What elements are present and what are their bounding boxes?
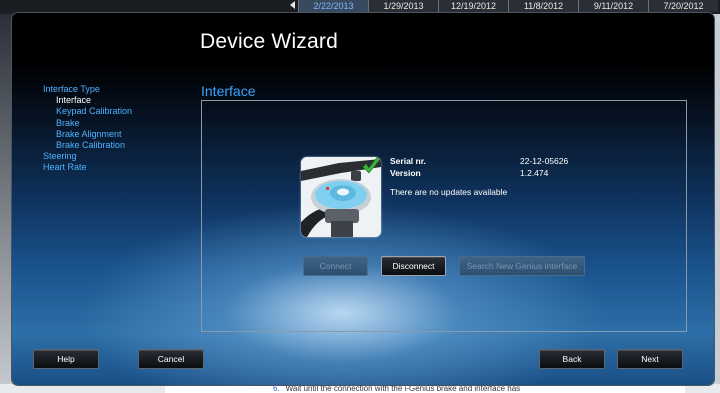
date-tab[interactable]: 7/20/2012	[648, 0, 718, 12]
device-image	[301, 157, 381, 237]
nav-item-brake-calibration[interactable]: Brake Calibration	[43, 140, 132, 151]
version-value: 1.2.474	[520, 168, 549, 178]
date-tab[interactable]: 9/11/2012	[578, 0, 648, 12]
cancel-button[interactable]: Cancel	[138, 349, 204, 369]
scroll-left-arrow-icon[interactable]	[290, 1, 295, 9]
connect-button[interactable]: Connect	[303, 256, 368, 276]
update-status-text: There are no updates available	[390, 187, 508, 197]
dialog-title: Device Wizard	[200, 30, 338, 53]
doc-line: Wait until the connection with the i-Gen…	[285, 384, 521, 393]
nav-item-brake[interactable]: Brake	[43, 118, 132, 129]
back-button[interactable]: Back	[539, 349, 605, 369]
device-wizard-dialog: Device Wizard Interface Type Interface K…	[12, 13, 714, 385]
date-tab[interactable]: 11/8/2012	[508, 0, 578, 12]
doc-bullet: 6.	[273, 384, 280, 393]
next-button[interactable]: Next	[617, 349, 683, 369]
nav-item-interface-type[interactable]: Interface Type	[43, 84, 132, 95]
background-document-text: 6. Wait until the connection with the i-G…	[165, 384, 685, 393]
wizard-step-nav: Interface Type Interface Keypad Calibrat…	[43, 84, 132, 174]
nav-item-keypad-calibration[interactable]: Keypad Calibration	[43, 106, 132, 117]
nav-item-heart-rate[interactable]: Heart Rate	[43, 162, 132, 173]
search-interface-button[interactable]: Search New Genius interface	[459, 256, 585, 276]
serial-value: 22-12-05626	[520, 156, 569, 166]
interface-panel: Serial nr. 22-12-05626 Version 1.2.474 T…	[201, 100, 687, 332]
green-checkmark-icon	[362, 157, 381, 174]
disconnect-button[interactable]: Disconnect	[381, 256, 446, 276]
date-tab[interactable]: 1/29/2013	[368, 0, 438, 12]
version-label: Version	[390, 168, 421, 178]
date-tab[interactable]: 2/22/2013	[298, 0, 368, 12]
section-title: Interface	[201, 83, 256, 99]
nav-item-interface[interactable]: Interface	[43, 95, 132, 106]
nav-item-steering[interactable]: Steering	[43, 151, 132, 162]
date-tab[interactable]: 12/19/2012	[438, 0, 508, 12]
serial-label: Serial nr.	[390, 156, 426, 166]
nav-item-brake-alignment[interactable]: Brake Alignment	[43, 129, 132, 140]
background-date-tabs: 2/22/2013 1/29/2013 12/19/2012 11/8/2012…	[298, 0, 718, 12]
help-button[interactable]: Help	[33, 349, 99, 369]
